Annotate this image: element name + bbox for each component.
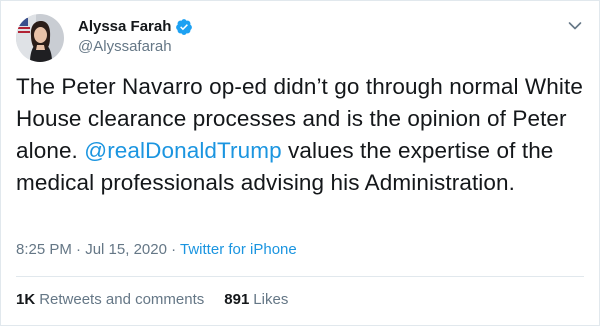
avatar[interactable]	[16, 14, 64, 62]
meta-separator: ·	[71, 241, 86, 258]
author-names: Alyssa Farah @Alyssafarah	[78, 16, 193, 55]
display-name-row: Alyssa Farah	[78, 16, 193, 37]
likes-stat[interactable]: 891 Likes	[224, 291, 288, 308]
tweet-card: Alyssa Farah @Alyssafarah The Peter Nava…	[0, 0, 600, 326]
tweet-stats: 1K Retweets and comments 891 Likes	[16, 291, 288, 308]
tweet-date[interactable]: Jul 15, 2020	[85, 241, 167, 258]
retweets-stat[interactable]: 1K Retweets and comments	[16, 291, 204, 308]
display-name[interactable]: Alyssa Farah	[78, 18, 171, 35]
chevron-down-icon[interactable]	[568, 18, 582, 30]
likes-label: Likes	[253, 291, 289, 308]
author-handle[interactable]: @Alyssafarah	[78, 38, 193, 55]
tweet-header: Alyssa Farah @Alyssafarah	[16, 14, 586, 62]
tweet-text: The Peter Navarro op-ed didn’t go throug…	[16, 71, 586, 199]
tweet-source-link[interactable]: Twitter for iPhone	[180, 241, 297, 258]
tweet-meta: 8:25 PM · Jul 15, 2020 · Twitter for iPh…	[16, 241, 297, 258]
meta-separator: ·	[166, 241, 181, 258]
mention-link[interactable]: @realDonaldTrump	[84, 138, 281, 163]
likes-count: 891	[224, 291, 250, 308]
verified-badge-icon	[175, 18, 193, 36]
retweets-count: 1K	[16, 291, 36, 308]
divider	[16, 276, 584, 277]
tweet-time[interactable]: 8:25 PM	[16, 241, 72, 258]
retweets-label: Retweets and comments	[39, 291, 205, 308]
